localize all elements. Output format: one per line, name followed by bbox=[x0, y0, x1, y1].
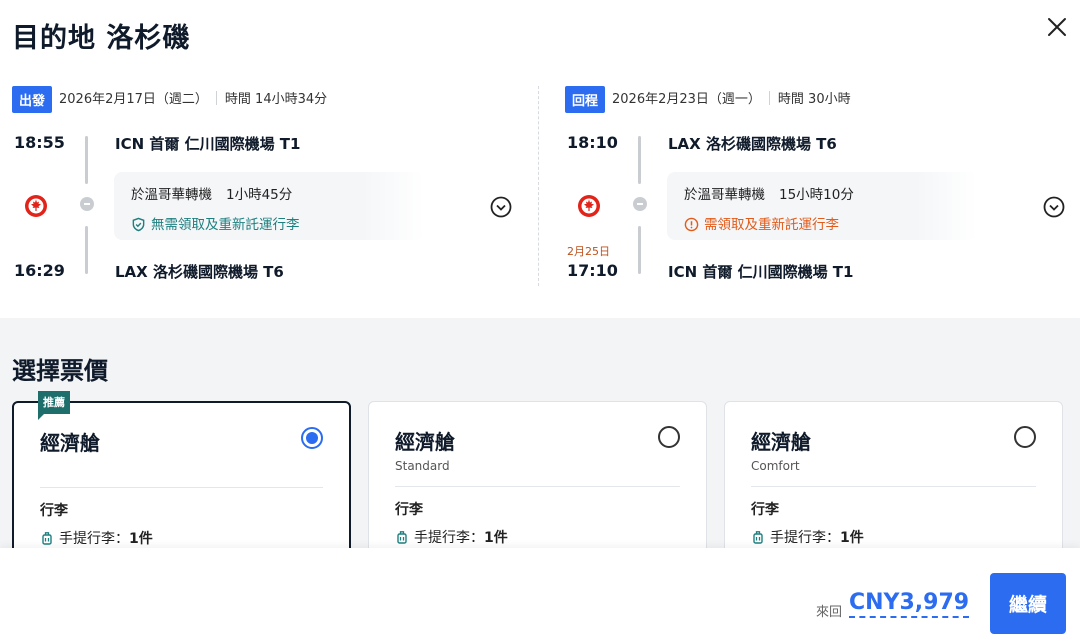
carry-on-label: 手提行李： bbox=[770, 530, 840, 546]
timeline-segment bbox=[85, 226, 88, 274]
fare-radio-selected[interactable] bbox=[301, 427, 323, 449]
divider bbox=[395, 486, 680, 487]
outbound-duration: 時間 14小時34分 bbox=[224, 92, 328, 107]
return-arr-airport: ICN 首爾 仁川國際機場 T1 bbox=[668, 263, 854, 281]
divider bbox=[40, 487, 323, 488]
transfer-city: 於溫哥華轉機 bbox=[131, 187, 212, 203]
outbound-leg: 出發 2026年2月17日（週二） 時間 14小時34分 18:55 ICN 首爾 … bbox=[12, 86, 532, 286]
close-icon[interactable] bbox=[1042, 12, 1072, 42]
leg-divider bbox=[538, 86, 539, 286]
carry-on-value: 1件 bbox=[129, 531, 153, 547]
carry-on-row: 手提行李：1件 bbox=[395, 527, 508, 547]
total-price[interactable]: CNY3,979 bbox=[849, 590, 970, 618]
alert-circle-icon bbox=[684, 217, 699, 232]
fare-section-title: 選擇票價 bbox=[12, 357, 108, 385]
fare-name: 經濟艙 bbox=[751, 430, 811, 454]
luggage-header: 行李 bbox=[751, 502, 779, 518]
carry-on-row: 手提行李：1件 bbox=[40, 528, 153, 548]
carry-on-label: 手提行李： bbox=[414, 530, 484, 546]
outbound-date: 2026年2月17日（週二） bbox=[59, 92, 208, 107]
continue-button[interactable]: 繼續 bbox=[990, 573, 1066, 634]
fare-name: 經濟艙 bbox=[40, 431, 100, 455]
transfer-duration: 1小時45分 bbox=[226, 187, 293, 203]
return-dep-airport: LAX 洛杉磯國際機場 T6 bbox=[668, 135, 837, 153]
transfer-dot-icon bbox=[80, 197, 94, 211]
suitcase-icon bbox=[397, 531, 407, 544]
suitcase-icon bbox=[753, 531, 763, 544]
return-header: 回程 2026年2月23日（週一） 時間 30小時 bbox=[565, 86, 1080, 113]
outbound-tag: 出發 bbox=[12, 86, 53, 113]
timeline-segment bbox=[85, 136, 88, 184]
fare-subtitle: Comfort bbox=[751, 459, 800, 473]
luggage-header: 行李 bbox=[395, 502, 423, 518]
shield-check-icon bbox=[132, 217, 145, 232]
airline-logo-icon bbox=[25, 195, 47, 217]
carry-on-value: 1件 bbox=[840, 530, 864, 546]
timeline-segment bbox=[638, 226, 641, 274]
outbound-dep-time: 18:55 bbox=[14, 133, 65, 152]
fare-name: 經濟艙 bbox=[395, 430, 455, 454]
fare-section: 選擇票價 推薦 經濟艙 行李 手提行李：1件 經濟艙 Standard 行李 手… bbox=[0, 318, 1080, 548]
chevron-down-icon[interactable] bbox=[1043, 196, 1065, 218]
return-duration: 時間 30小時 bbox=[777, 92, 851, 107]
transfer-dot-icon bbox=[633, 197, 647, 211]
chevron-down-icon[interactable] bbox=[490, 196, 512, 218]
fare-radio[interactable] bbox=[1014, 426, 1036, 448]
return-leg: 回程 2026年2月23日（週一） 時間 30小時 18:10 LAX 洛杉磯國際機… bbox=[565, 86, 1080, 286]
return-arr-time: 17:10 bbox=[567, 261, 618, 280]
transfer-info: 於溫哥華轉機 15小時10分 需領取及重新託運行李 bbox=[667, 172, 977, 240]
divider bbox=[751, 486, 1036, 487]
fare-radio[interactable] bbox=[658, 426, 680, 448]
page-title: 目的地 洛杉磯 bbox=[12, 23, 191, 54]
next-day-note: 2月25日 bbox=[567, 245, 610, 258]
outbound-arr-time: 16:29 bbox=[14, 261, 65, 280]
carry-on-label: 手提行李： bbox=[59, 531, 129, 547]
checkout-footer: 來回 CNY3,979 繼續 bbox=[0, 548, 1080, 644]
transfer-city: 於溫哥華轉機 bbox=[684, 187, 765, 203]
return-tag: 回程 bbox=[565, 86, 606, 113]
timeline-segment bbox=[638, 136, 641, 184]
fare-card-standard[interactable]: 經濟艙 Standard 行李 手提行李：1件 bbox=[368, 401, 707, 548]
outbound-arr-airport: LAX 洛杉磯國際機場 T6 bbox=[115, 263, 284, 281]
outbound-header: 出發 2026年2月17日（週二） 時間 14小時34分 bbox=[12, 86, 532, 113]
flight-details-panel: 目的地 洛杉磯 出發 2026年2月17日（週二） 時間 14小時34分 18:55… bbox=[0, 0, 1080, 318]
outbound-dep-airport: ICN 首爾 仁川國際機場 T1 bbox=[115, 135, 301, 153]
return-date: 2026年2月23日（週一） bbox=[612, 92, 761, 107]
transfer-info: 於溫哥華轉機 1小時45分 無需領取及重新託運行李 bbox=[114, 172, 424, 240]
recommended-badge: 推薦 bbox=[38, 391, 70, 420]
fare-card-economy[interactable]: 推薦 經濟艙 行李 手提行李：1件 bbox=[12, 391, 351, 548]
airline-logo-icon bbox=[578, 195, 600, 217]
return-dep-time: 18:10 bbox=[567, 133, 618, 152]
price-label: 來回 bbox=[816, 605, 843, 620]
fare-subtitle: Standard bbox=[395, 459, 450, 473]
baggage-note: 無需領取及重新託運行李 bbox=[151, 217, 300, 233]
luggage-header: 行李 bbox=[40, 503, 68, 519]
transfer-duration: 15小時10分 bbox=[779, 187, 854, 203]
baggage-note: 需領取及重新託運行李 bbox=[704, 217, 839, 233]
fare-card-comfort[interactable]: 經濟艙 Comfort 行李 手提行李：1件 bbox=[724, 401, 1063, 548]
suitcase-icon bbox=[42, 532, 52, 545]
carry-on-row: 手提行李：1件 bbox=[751, 527, 864, 547]
carry-on-value: 1件 bbox=[484, 530, 508, 546]
